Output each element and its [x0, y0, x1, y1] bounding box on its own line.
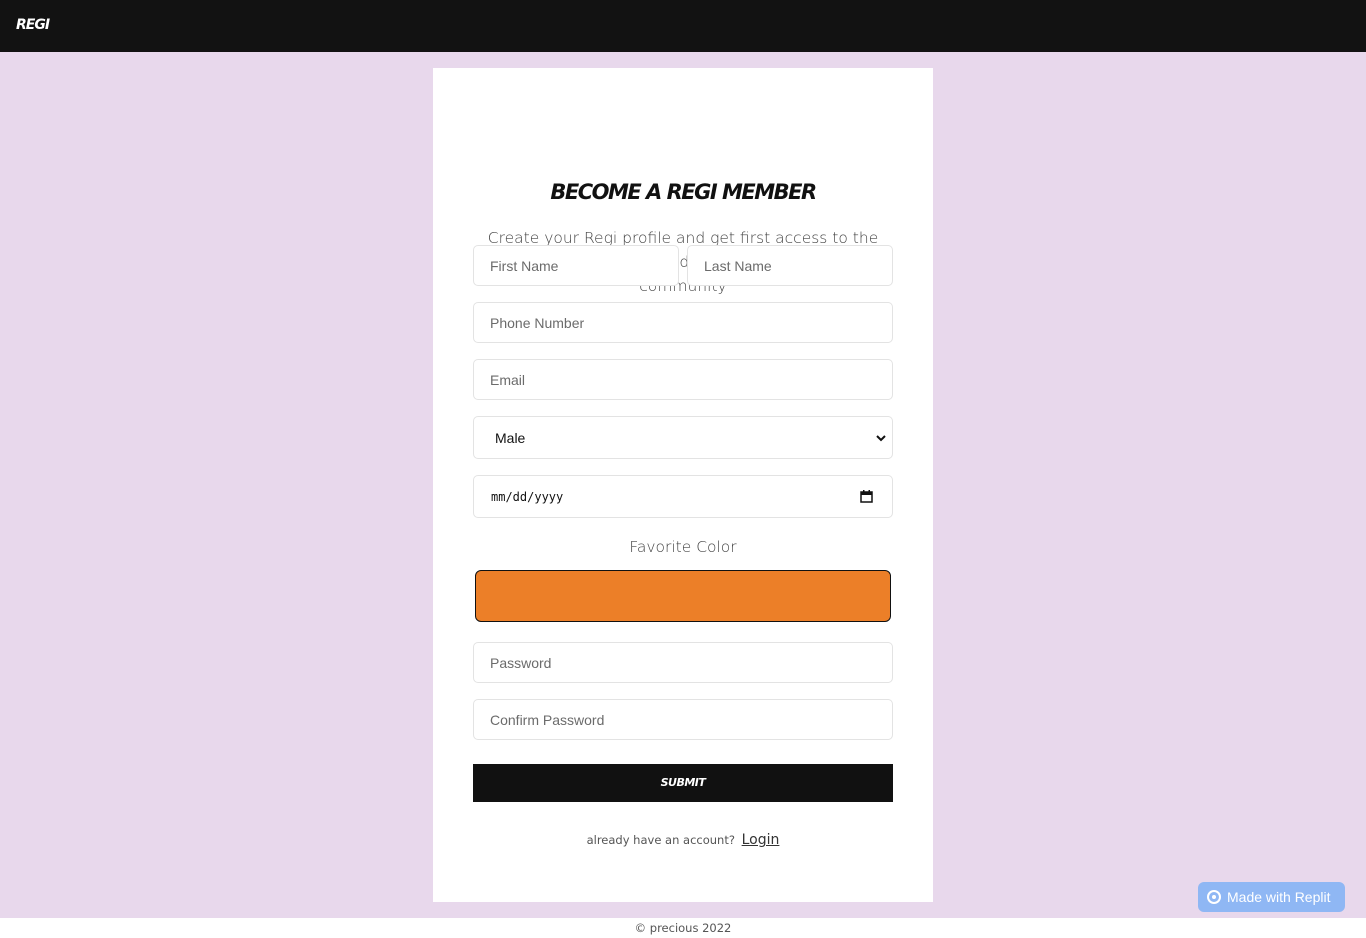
top-navbar: REGI — [0, 0, 1366, 52]
chevron-down-icon — [876, 435, 886, 442]
confirm-password-field[interactable] — [473, 699, 893, 740]
footer: © precious 2022 — [0, 918, 1366, 938]
calendar-icon[interactable] — [860, 490, 873, 503]
brand-logo[interactable]: REGI — [16, 17, 50, 33]
password-field[interactable] — [473, 642, 893, 683]
email-field[interactable] — [473, 359, 893, 400]
phone-number-field[interactable] — [473, 302, 893, 343]
birthdate-value: mm/dd/yyyy — [491, 490, 564, 504]
submit-button[interactable]: SUBMIT — [473, 764, 893, 802]
gender-select[interactable]: Male — [473, 416, 893, 459]
last-name-field[interactable] — [687, 245, 893, 286]
registration-card: BECOME A REGI MEMBER Create your Regi pr… — [433, 68, 933, 902]
badge-label: Made with Replit — [1227, 889, 1331, 905]
login-prompt-text: already have an account? — [586, 833, 735, 847]
page-title: BECOME A REGI MEMBER — [550, 180, 817, 204]
gender-select-value: Male — [495, 430, 526, 446]
login-prompt: already have an account? Login — [433, 832, 933, 848]
favorite-color-picker[interactable] — [475, 570, 891, 622]
replit-icon — [1207, 890, 1221, 904]
birthdate-field[interactable]: mm/dd/yyyy — [473, 475, 893, 518]
favorite-color-label: Favorite Color — [629, 538, 737, 556]
made-with-replit-badge[interactable]: Made with Replit — [1198, 882, 1345, 912]
login-link[interactable]: Login — [742, 832, 780, 848]
first-name-field[interactable] — [473, 245, 679, 286]
footer-copyright: © precious 2022 — [634, 921, 732, 935]
